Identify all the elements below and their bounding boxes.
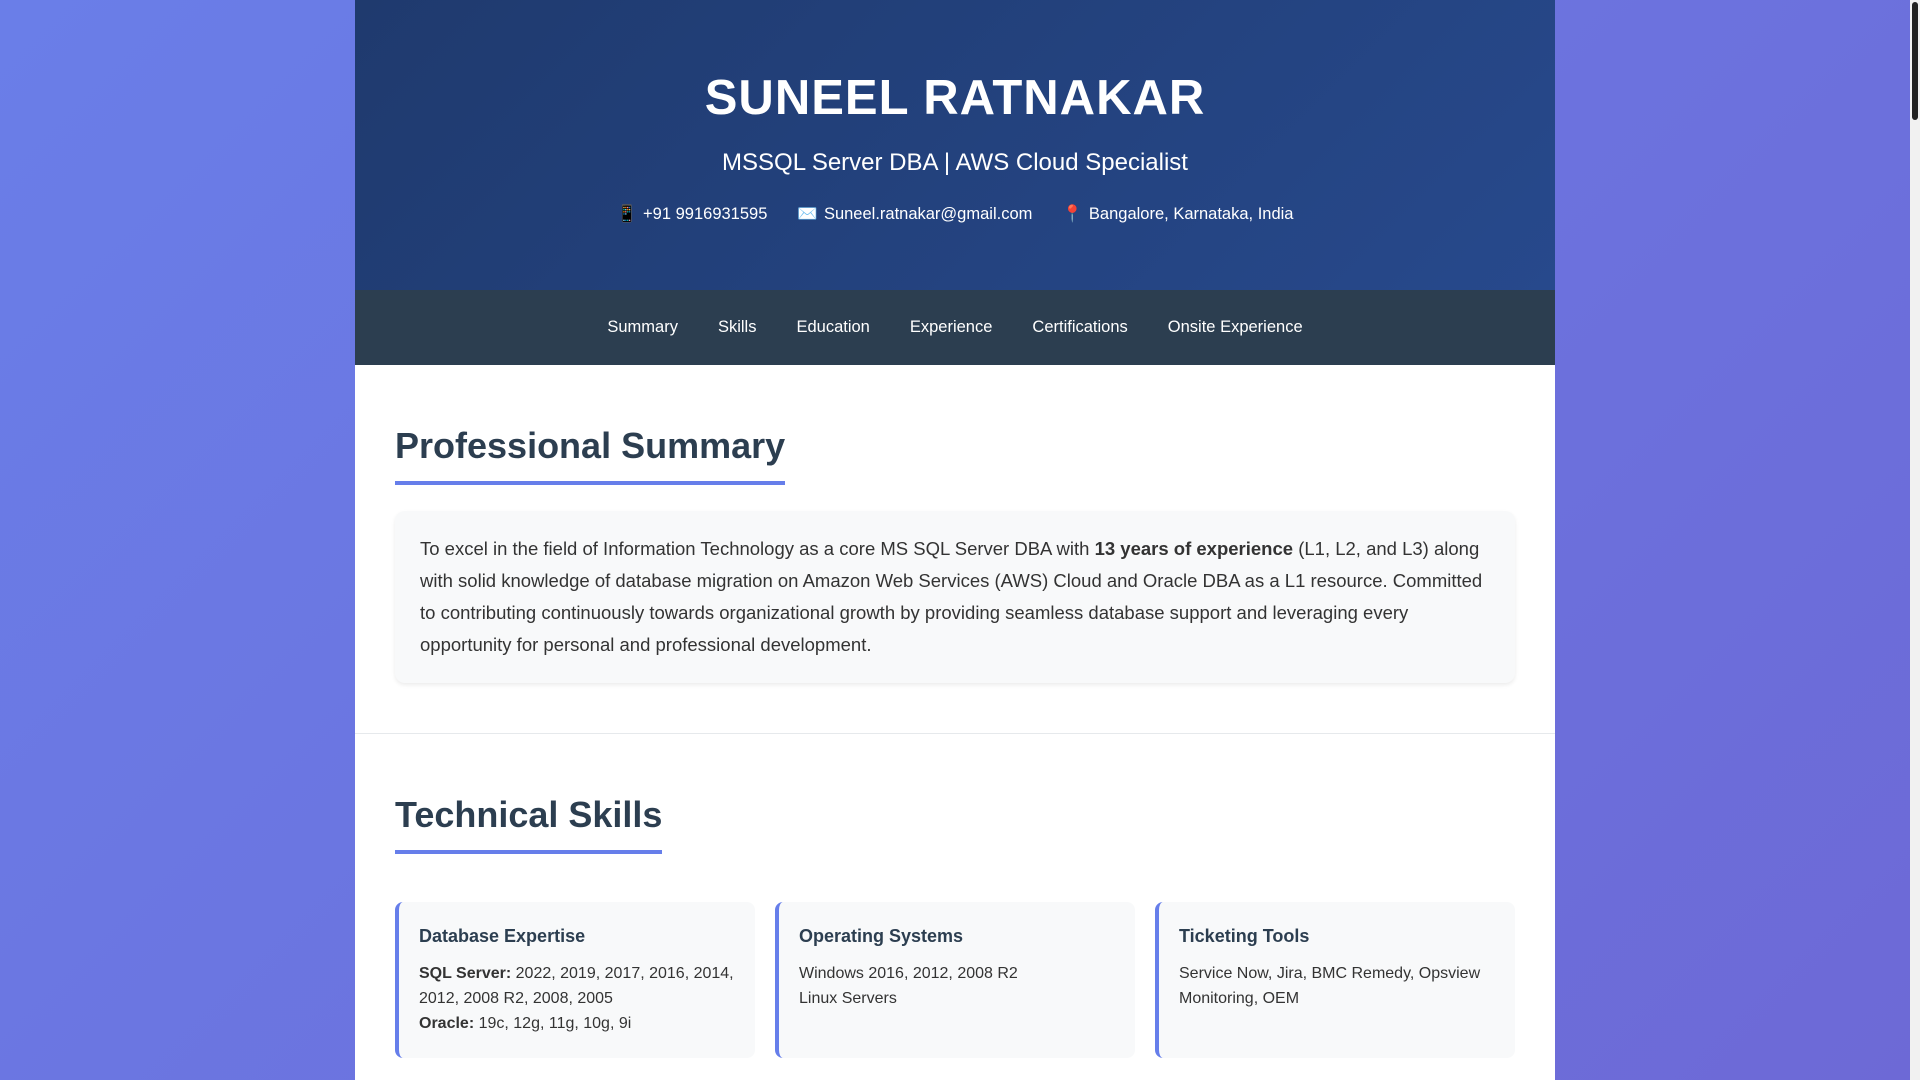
nav-experience[interactable]: Experience: [890, 318, 1013, 337]
contact-phone: 📱 +91 9916931595: [617, 204, 768, 224]
card-title: Operating Systems: [799, 926, 964, 946]
phone-text: +91 9916931595: [643, 205, 768, 223]
resume-page: SUNEEL RATNAKAR MSSQL Server DBA | AWS C…: [355, 0, 1555, 1080]
location-text: Bangalore, Karnataka, India: [1088, 205, 1294, 223]
email-icon: ✉️: [797, 205, 818, 223]
header: SUNEEL RATNAKAR MSSQL Server DBA | AWS C…: [355, 0, 1555, 290]
contact-location: 📍 Bangalore, Karnataka, India: [1062, 204, 1293, 224]
card-text: SQL Server: 2022, 2019, 2017, 2016, 2014…: [419, 961, 735, 1036]
value: 19c, 12g, 11g, 10g, 9i: [474, 1015, 632, 1032]
subtitle: MSSQL Server DBA | AWS Cloud Specialist: [722, 149, 1188, 176]
label: Oracle:: [419, 1015, 475, 1032]
skill-cards: Database Expertise SQL Server: 2022, 201…: [395, 902, 1515, 1058]
contact-info: 📱 +91 9916931595 ✉️ Suneel.ratnakar@gmail.…: [355, 204, 1555, 224]
nav-onsite-experience[interactable]: Onsite Experience: [1148, 318, 1323, 337]
card-title: Ticketing Tools: [1179, 926, 1310, 946]
nav-education[interactable]: Education: [776, 318, 889, 337]
skills-section: Technical Skills Database Expertise SQL …: [355, 734, 1555, 1058]
summary-text: To excel in the field of Information Tec…: [420, 538, 1095, 559]
nav-bar: Summary Skills Education Experience Cert…: [355, 290, 1555, 365]
summary-box: To excel in the field of Information Tec…: [395, 511, 1515, 683]
name-title: SUNEEL RATNAKAR: [704, 71, 1206, 125]
skill-card-database: Database Expertise SQL Server: 2022, 201…: [395, 902, 755, 1058]
section-title: Technical Skills: [395, 794, 663, 854]
scrollbar-thumb[interactable]: [1912, 2, 1918, 120]
experience-highlight: 13 years of experience: [1094, 538, 1294, 559]
nav-certifications[interactable]: Certifications: [1012, 318, 1147, 337]
phone-icon: 📱: [616, 205, 638, 223]
skill-card-ticketing: Ticketing Tools Service Now, Jira, BMC R…: [1155, 902, 1515, 1058]
card-title: Database Expertise: [419, 926, 586, 946]
nav-skills[interactable]: Skills: [698, 318, 777, 337]
nav-summary[interactable]: Summary: [587, 318, 698, 337]
contact-email: ✉️ Suneel.ratnakar@gmail.com: [797, 204, 1032, 224]
card-text: Windows 2016, 2012, 2008 R2 Linux Servers: [799, 961, 1115, 1011]
label: SQL Server:: [419, 965, 512, 982]
summary-section: Professional Summary To excel in the fie…: [355, 365, 1555, 683]
card-text: Service Now, Jira, BMC Remedy, Opsview M…: [1179, 965, 1481, 1007]
section-title: Professional Summary: [395, 425, 786, 485]
scrollbar[interactable]: [1910, 0, 1920, 1080]
value: Windows 2016, 2012, 2008 R2: [799, 965, 1018, 982]
skill-card-os: Operating Systems Windows 2016, 2012, 20…: [775, 902, 1135, 1058]
location-pin-icon: 📍: [1062, 205, 1083, 223]
email-text: Suneel.ratnakar@gmail.com: [823, 205, 1033, 223]
value: Linux Servers: [799, 990, 897, 1007]
